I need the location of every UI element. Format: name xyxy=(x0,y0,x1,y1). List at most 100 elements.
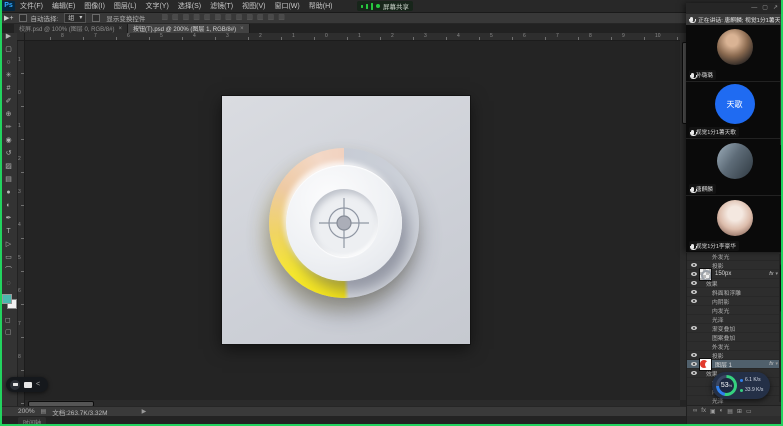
layout-icon[interactable]: ▢ xyxy=(762,5,768,12)
menu-item[interactable]: 文字(Y) xyxy=(145,1,168,11)
visibility-toggle[interactable] xyxy=(689,353,698,357)
camera-icon[interactable] xyxy=(10,380,20,390)
document-tab[interactable]: 按钮(T).psd @ 200% (图层 1, RGB/8#)× xyxy=(128,24,250,33)
layer-effect-row[interactable]: 斜面和浮雕 xyxy=(687,288,779,297)
minimize-icon[interactable]: — xyxy=(751,5,757,12)
fx-expand-icon[interactable]: ▾ xyxy=(775,361,778,367)
layer-fx-badge[interactable]: fx xyxy=(769,361,773,367)
canvas-pasteboard[interactable] xyxy=(25,40,686,406)
new-layer-icon[interactable]: ⊞ xyxy=(737,408,742,415)
hand-tool[interactable]: ⌒ xyxy=(0,264,17,277)
visibility-toggle[interactable] xyxy=(689,299,698,303)
fx-expand-icon[interactable]: ▾ xyxy=(775,271,778,277)
layer-effect-row[interactable]: 图案叠加 xyxy=(687,333,779,342)
visibility-toggle[interactable] xyxy=(689,362,698,366)
zoom-level[interactable]: 200% xyxy=(18,408,35,415)
visibility-toggle[interactable] xyxy=(689,326,698,330)
layer-thumbnail[interactable] xyxy=(699,268,712,281)
share-status-pill[interactable]: 屏幕共享 xyxy=(357,1,413,11)
move-tool-icon[interactable]: ▶+ xyxy=(4,14,13,22)
layer-thumbnail[interactable] xyxy=(699,358,712,371)
align-left-icon: ▥ xyxy=(193,14,200,22)
menu-item[interactable]: 窗口(W) xyxy=(274,1,299,11)
menu-item[interactable]: 文件(F) xyxy=(20,1,43,11)
screen-mode-icon[interactable]: ▢ xyxy=(5,328,12,336)
artboard[interactable] xyxy=(222,96,470,344)
participant-label-pill: 孙璐璐 xyxy=(689,70,716,80)
eraser-tool[interactable]: ▨ xyxy=(0,160,17,173)
layer-fx-badge[interactable]: fx xyxy=(769,271,773,277)
document-tab[interactable]: 校屏.psd @ 100% (图层 0, RGB/8#)× xyxy=(14,24,128,33)
layer-row[interactable]: 图层 1fx▾ xyxy=(687,360,779,369)
quick-mask-icon[interactable]: ◻ xyxy=(5,316,11,324)
visibility-toggle[interactable] xyxy=(689,281,698,285)
healing-brush-tool[interactable]: ⊕ xyxy=(0,108,17,121)
visibility-toggle[interactable] xyxy=(689,263,698,267)
menu-item[interactable]: 编辑(E) xyxy=(52,1,75,11)
eyedropper-tool[interactable]: ✐ xyxy=(0,95,17,108)
ruler-number: 4 xyxy=(193,34,196,39)
clone-stamp-tool[interactable]: ◉ xyxy=(0,134,17,147)
layer-effect-row[interactable]: 外发光 xyxy=(687,342,779,351)
participant-tile[interactable]: 唐麒麟 xyxy=(686,139,783,196)
menu-item[interactable]: 滤镜(T) xyxy=(210,1,233,11)
zoom-tool[interactable]: ◌ xyxy=(0,277,17,290)
visibility-toggle[interactable] xyxy=(689,371,698,375)
usage-gauge-center: 53 % xyxy=(719,378,734,393)
layer-group-icon[interactable]: ▤ xyxy=(727,408,733,415)
lasso-tool[interactable]: ○ xyxy=(0,56,17,69)
close-tab-icon[interactable]: × xyxy=(118,26,122,32)
layer-name[interactable]: 150px xyxy=(715,271,769,277)
show-transform-checkbox[interactable] xyxy=(92,14,100,22)
ruler-number: 2 xyxy=(391,34,394,39)
layer-effect-row[interactable]: 内发光 xyxy=(687,306,779,315)
adjustment-layer-icon[interactable]: ◐ xyxy=(720,408,724,414)
status-arrow-icon[interactable]: ▶ xyxy=(142,408,147,415)
gradient-tool[interactable]: ▤ xyxy=(0,173,17,186)
participant-tile[interactable]: 视觉1分1李豪华 xyxy=(686,196,783,253)
pen-tool[interactable]: ✒ xyxy=(0,212,17,225)
system-monitor-widget[interactable]: 53 % 6.1 K/s 33.9 K/s xyxy=(712,372,770,399)
history-brush-tool[interactable]: ↺ xyxy=(0,147,17,160)
menu-item[interactable]: 帮助(H) xyxy=(309,1,333,11)
crop-tool[interactable]: # xyxy=(0,82,17,95)
delete-layer-icon[interactable]: ▭ xyxy=(746,408,752,415)
foreground-color-swatch[interactable] xyxy=(2,294,12,304)
blur-tool[interactable]: ● xyxy=(0,186,17,199)
layer-style-icon[interactable]: fx xyxy=(701,408,706,414)
effect-label: 渐变叠加 xyxy=(712,324,735,333)
meeting-dock-pill[interactable]: < xyxy=(6,377,48,392)
close-tab-icon[interactable]: × xyxy=(240,26,244,32)
participant-tile[interactable]: 孙璐璐 xyxy=(686,25,783,82)
visibility-toggle[interactable] xyxy=(689,290,698,294)
marquee-tool[interactable]: ▢ xyxy=(0,43,17,56)
type-tool[interactable]: T xyxy=(0,225,17,238)
layer-effect-row[interactable]: 外发光 xyxy=(687,252,779,261)
menu-item[interactable]: 图层(L) xyxy=(114,1,137,11)
auto-select-checkbox[interactable] xyxy=(19,14,27,22)
layer-row[interactable]: 150pxfx▾ xyxy=(687,270,779,279)
menu-item[interactable]: 图像(I) xyxy=(84,1,105,11)
layer-name[interactable]: 图层 1 xyxy=(715,360,769,369)
popout-icon[interactable]: ↗ xyxy=(773,5,778,12)
menu-item[interactable]: 视图(V) xyxy=(242,1,265,11)
share-screen-icon[interactable] xyxy=(24,382,32,388)
microphone-icon xyxy=(690,17,693,22)
brush-tool[interactable]: ✏ xyxy=(0,121,17,134)
shape-tool[interactable]: ▭ xyxy=(0,251,17,264)
menu-item[interactable]: 选择(S) xyxy=(178,1,201,11)
path-selection-tool[interactable]: ▷ xyxy=(0,238,17,251)
magic-wand-tool[interactable]: ✳ xyxy=(0,69,17,82)
collapse-chevron-icon[interactable]: < xyxy=(36,377,40,392)
auto-select-target-dropdown[interactable]: 组 ▾ xyxy=(64,13,86,23)
participant-video xyxy=(686,139,783,183)
photoshop-logo: Ps xyxy=(2,1,15,11)
color-swatches[interactable] xyxy=(2,294,16,308)
participant-tile[interactable]: 天歌视觉1分1薯天歌 xyxy=(686,82,783,139)
link-layers-icon[interactable]: ∞ xyxy=(693,408,697,414)
layer-mask-icon[interactable]: ▣ xyxy=(710,408,716,415)
auto-select-option[interactable]: 自动选择: xyxy=(19,13,58,23)
dodge-tool[interactable]: ◐ xyxy=(0,199,17,212)
visibility-toggle[interactable] xyxy=(689,272,698,276)
layer-effect-row[interactable]: 内阴影 xyxy=(687,297,779,306)
